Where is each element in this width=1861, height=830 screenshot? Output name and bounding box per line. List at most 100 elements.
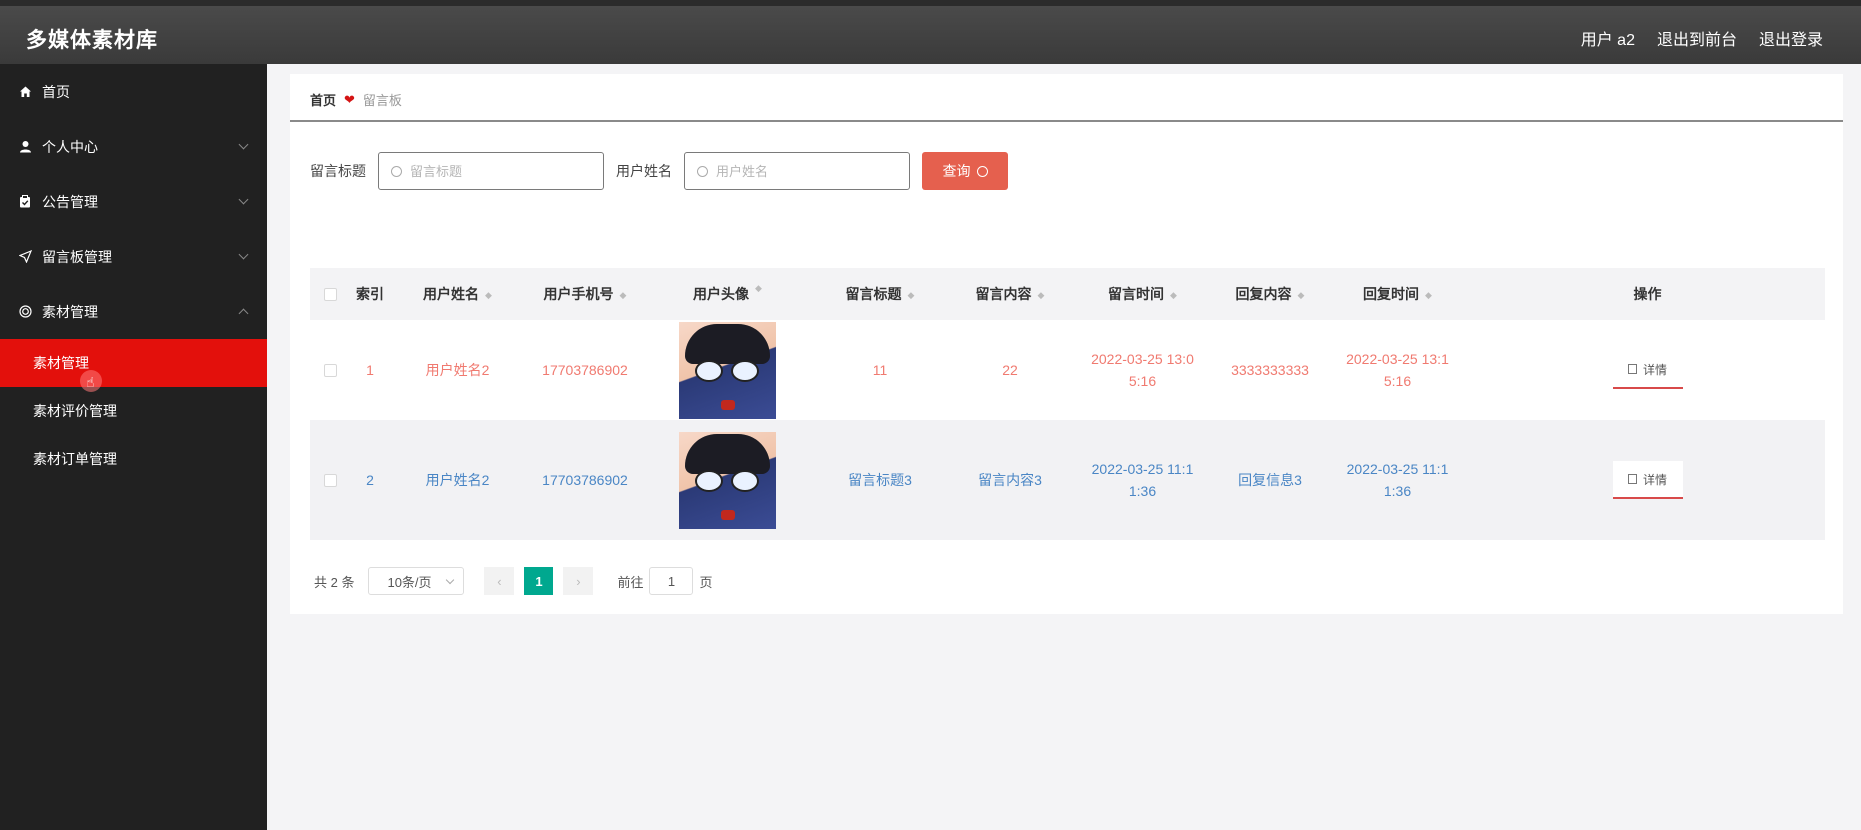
sidebar-item-label: 留言板管理 <box>42 248 112 265</box>
name-filter-label: 用户姓名 <box>616 163 672 179</box>
title-search-input[interactable] <box>410 163 580 179</box>
col-label: 回复时间 <box>1363 286 1420 302</box>
clipboard-icon <box>18 195 32 209</box>
row-message-title: 留言标题3 <box>848 472 912 488</box>
row-avatar-cell <box>645 321 810 419</box>
col-reply-content[interactable]: 回复内容 ◆ <box>1215 284 1325 304</box>
sidebar-subitem-material-manage[interactable]: 素材管理 <box>0 339 267 387</box>
query-button-label: 查询 <box>942 163 971 179</box>
table-row: 2 用户姓名2 17703786902 留言标题3 留言内容3 2022-03-… <box>310 420 1825 540</box>
header-nav: 用户 a2 退出到前台 退出登录 <box>1581 26 1823 50</box>
avatar-glasses <box>695 359 759 382</box>
user-icon <box>18 140 32 154</box>
time-line-1: 2022-03-25 11:1 <box>1346 461 1449 477</box>
row-reply-content: 回复信息3 <box>1238 472 1302 488</box>
main-content: 首页 ❤ 留言板 留言标题 用户姓名 查询 索引 用户姓名 ◆ 用户手机号 ◆ 用户… <box>290 74 1843 614</box>
mouse-cursor: ☝ <box>80 370 102 392</box>
document-icon <box>1627 474 1637 484</box>
sidebar-subitem-material-review[interactable]: 素材评价管理 <box>0 387 267 435</box>
col-label: 用户手机号 <box>543 286 614 302</box>
send-icon <box>18 250 32 264</box>
avatar-hair <box>685 433 770 474</box>
exit-to-front-link[interactable]: 退出到前台 <box>1657 26 1737 50</box>
logout-link[interactable]: 退出登录 <box>1759 26 1823 50</box>
prev-page-button[interactable]: ‹ <box>484 567 515 595</box>
name-search-field <box>684 152 910 190</box>
col-message-content[interactable]: 留言内容 ◆ <box>950 284 1070 304</box>
top-bar: 多媒体素材库 用户 a2 退出到前台 退出登录 <box>0 0 1861 64</box>
row-checkbox[interactable] <box>323 473 337 487</box>
query-button[interactable]: 查询 <box>922 152 1008 190</box>
sidebar-item-material[interactable]: 素材管理 <box>0 284 267 339</box>
detail-button[interactable]: 详情 <box>1612 461 1683 499</box>
page-size-select[interactable]: 10条/页 <box>368 567 465 595</box>
col-user-name[interactable]: 用户姓名 ◆ <box>390 284 525 304</box>
col-message-time[interactable]: 留言时间 ◆ <box>1070 283 1215 305</box>
avatar-hair <box>685 323 770 364</box>
col-user-avatar[interactable]: 用户头像 ◆ <box>645 284 810 304</box>
sidebar: 首页 个人中心 公告管理 留言板管理 素材管理 素材管理 素材评价管理 素材订单… <box>0 64 267 830</box>
row-checkbox[interactable] <box>323 363 337 377</box>
sidebar-item-message-board[interactable]: 留言板管理 <box>0 229 267 284</box>
col-label: 留言内容 <box>975 286 1032 302</box>
row-user-phone: 17703786902 <box>542 362 628 378</box>
avatar-glasses <box>695 469 759 492</box>
select-all-checkbox[interactable] <box>323 287 337 301</box>
col-user-phone[interactable]: 用户手机号 ◆ <box>525 284 645 304</box>
avatar-lens <box>731 469 759 492</box>
detail-button-label: 详情 <box>1642 472 1667 487</box>
sidebar-item-label: 素材管理 <box>42 303 98 320</box>
sidebar-subitem-material-order[interactable]: 素材订单管理 <box>0 435 267 483</box>
sidebar-item-profile[interactable]: 个人中心 <box>0 119 267 174</box>
time-line-1: 2022-03-25 13:1 <box>1346 351 1449 367</box>
breadcrumb: 首页 ❤ 留言板 <box>310 90 402 109</box>
search-icon <box>697 165 708 177</box>
row-reply-time: 2022-03-25 13:1 5:16 <box>1325 348 1470 392</box>
name-search-input[interactable] <box>716 163 886 179</box>
avatar <box>679 431 776 529</box>
title-filter-label: 留言标题 <box>310 163 366 179</box>
search-bar: 留言标题 用户姓名 查询 <box>310 152 1008 190</box>
row-index: 1 <box>366 362 374 378</box>
breadcrumb-home[interactable]: 首页 <box>310 90 336 109</box>
pagination: 共 2 条 10条/页 ‹ 1 › 前往 页 <box>314 567 713 595</box>
row-reply-time: 2022-03-25 11:1 1:36 <box>1325 458 1470 502</box>
sidebar-item-home[interactable]: 首页 <box>0 64 267 119</box>
avatar-tie <box>721 399 735 410</box>
table-row: 1 用户姓名2 17703786902 11 22 2022-03-25 13:… <box>310 320 1825 420</box>
sidebar-subitem-label: 素材评价管理 <box>33 403 117 419</box>
heart-icon: ❤ <box>344 91 355 107</box>
next-page-button[interactable]: › <box>563 567 594 595</box>
sort-icon: ◆ <box>619 289 627 300</box>
sort-icon: ◆ <box>485 289 492 300</box>
sidebar-item-notice[interactable]: 公告管理 <box>0 174 267 229</box>
search-icon <box>976 165 988 177</box>
title-search-field <box>378 152 604 190</box>
page-unit-label: 页 <box>699 574 713 590</box>
col-reply-time[interactable]: 回复时间 ◆ <box>1325 283 1470 305</box>
table-header: 索引 用户姓名 ◆ 用户手机号 ◆ 用户头像 ◆ 留言标题 ◆ 留言内容 ◆ 留言时间 ◆ … <box>310 268 1825 320</box>
col-label: 用户头像 <box>693 286 750 302</box>
row-index: 2 <box>366 472 374 488</box>
col-label: 回复内容 <box>1235 286 1292 302</box>
row-check-cell <box>310 473 350 487</box>
avatar-lens <box>695 359 723 382</box>
detail-button[interactable]: 详情 <box>1612 351 1683 389</box>
search-icon <box>391 165 402 177</box>
time-line-1: 2022-03-25 13:0 <box>1091 351 1194 367</box>
goto-page-input[interactable] <box>649 567 694 595</box>
document-icon <box>1627 364 1637 374</box>
goto-label: 前往 <box>617 574 644 590</box>
user-menu[interactable]: 用户 a2 <box>1581 26 1635 50</box>
col-label: 留言时间 <box>1108 286 1165 302</box>
avatar <box>679 321 776 419</box>
col-actions: 操作 <box>1633 286 1662 302</box>
avatar-lens <box>731 359 759 382</box>
sort-icon: ◆ <box>755 283 762 293</box>
col-message-title[interactable]: 留言标题 ◆ <box>810 284 950 304</box>
page-number-button[interactable]: 1 <box>524 567 554 595</box>
col-index: 索引 <box>356 286 384 302</box>
message-table: 索引 用户姓名 ◆ 用户手机号 ◆ 用户头像 ◆ 留言标题 ◆ 留言内容 ◆ 留言时间 ◆ … <box>310 268 1825 540</box>
sort-icon: ◆ <box>1037 289 1045 300</box>
row-message-time: 2022-03-25 13:0 5:16 <box>1070 348 1215 392</box>
